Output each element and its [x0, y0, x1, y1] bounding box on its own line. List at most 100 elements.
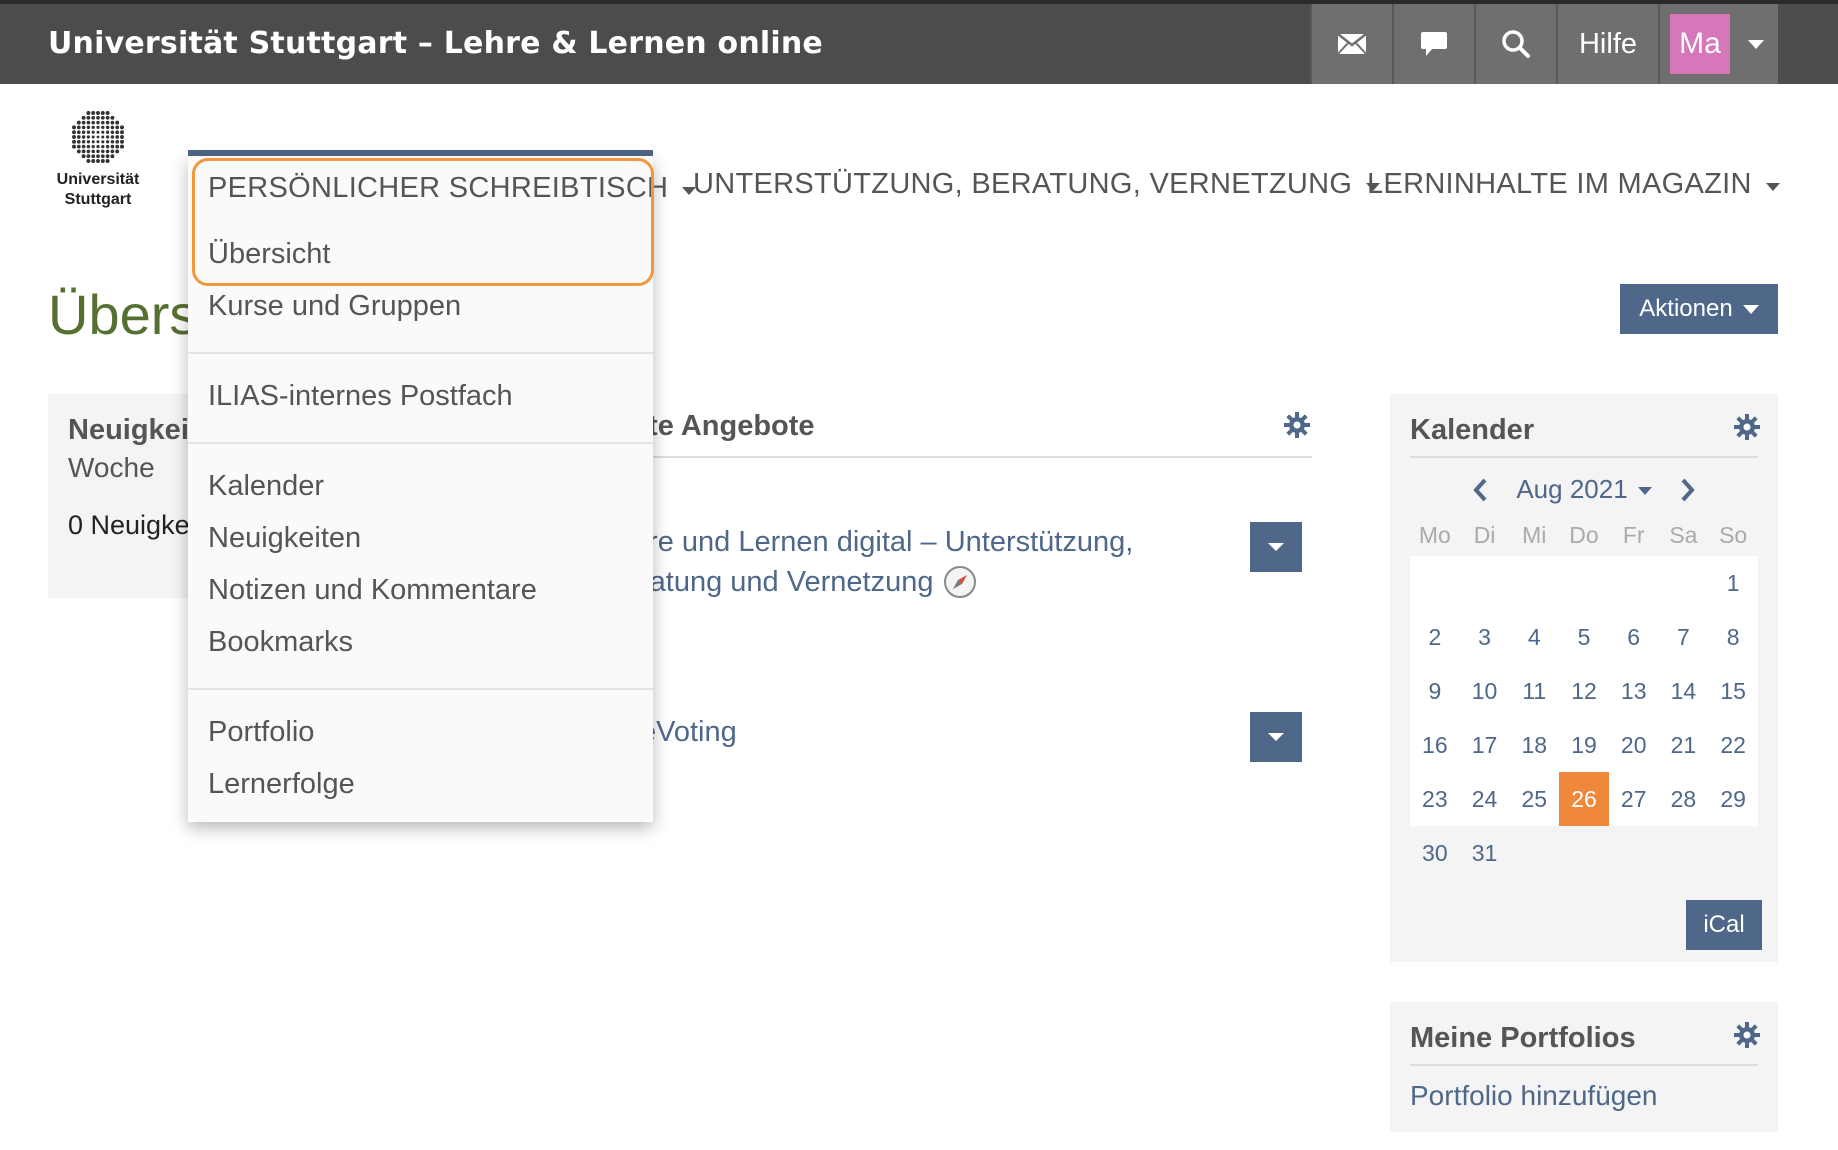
university-logo[interactable]: Universität Stuttgart	[50, 110, 146, 210]
nav-item-support[interactable]: UNTERSTÜTZUNG, BERATUNG, VERNETZUNG	[693, 168, 1381, 201]
calendar-day[interactable]: 24	[1459, 772, 1510, 826]
calendar-day[interactable]: 20	[1608, 718, 1659, 772]
menu-item-courses-groups[interactable]: Kurse und Gruppen	[208, 290, 461, 323]
month-selector[interactable]: Aug 2021	[1516, 474, 1652, 505]
month-label: Aug 2021	[1516, 474, 1628, 504]
calendar-day[interactable]: 21	[1658, 718, 1709, 772]
help-button[interactable]: Hilfe	[1556, 4, 1658, 84]
calendar-day[interactable]: 23	[1410, 772, 1460, 826]
calendar-day-empty	[1509, 556, 1560, 610]
logo-line-1: Universität	[56, 171, 140, 188]
calendar-day[interactable]: 22	[1708, 718, 1758, 772]
gear-icon[interactable]	[1734, 1022, 1760, 1048]
portfolios-divider	[1410, 1064, 1758, 1066]
chevron-down-icon	[1748, 39, 1764, 49]
calendar-day-empty	[1708, 826, 1758, 880]
calendar-day[interactable]: 28	[1658, 772, 1709, 826]
menu-item-news[interactable]: Neuigkeiten	[208, 522, 361, 555]
nav-item-label: UNTERSTÜTZUNG, BERATUNG, VERNETZUNG	[693, 168, 1353, 200]
weekday-label: Di	[1473, 522, 1496, 548]
calendar-day[interactable]: 27	[1608, 772, 1659, 826]
calendar-day[interactable]: 19	[1559, 718, 1609, 772]
calendar-day[interactable]: 25	[1509, 772, 1560, 826]
calendar-day-empty	[1559, 556, 1609, 610]
offers-title: lte Angebote	[640, 410, 815, 442]
add-portfolio-link[interactable]: Portfolio hinzufügen	[1410, 1080, 1658, 1112]
site-title[interactable]: Universität Stuttgart – Lehre & Lernen o…	[48, 26, 823, 61]
chevron-down-icon	[1765, 182, 1780, 191]
weekday-label: Do	[1569, 522, 1599, 548]
calendar-day[interactable]: 5	[1559, 610, 1609, 664]
calendar-month-nav: Aug 2021	[1410, 474, 1758, 505]
calendar-day[interactable]: 14	[1658, 664, 1709, 718]
gear-icon[interactable]	[1734, 414, 1760, 440]
user-menu-button[interactable]: Ma	[1658, 4, 1778, 84]
calendar-day[interactable]: 9	[1410, 664, 1460, 718]
top-header-bar: Universität Stuttgart – Lehre & Lernen o…	[0, 0, 1838, 84]
ical-button[interactable]: iCal	[1686, 900, 1762, 950]
calendar-day[interactable]: 29	[1708, 772, 1758, 826]
actions-button[interactable]: Aktionen	[1620, 284, 1778, 334]
mail-button[interactable]	[1310, 4, 1392, 84]
calendar-day-empty	[1410, 556, 1460, 610]
calendar-day-today[interactable]: 26	[1559, 772, 1609, 826]
page-title: Übers	[48, 283, 198, 346]
menu-separator	[188, 688, 653, 690]
calendar-day[interactable]: 18	[1509, 718, 1560, 772]
search-button[interactable]	[1474, 4, 1556, 84]
menu-item-notes-comments[interactable]: Notizen und Kommentare	[208, 574, 537, 607]
compass-icon	[944, 566, 977, 598]
menu-item-calendar[interactable]: Kalender	[208, 470, 324, 503]
news-subtitle: Woche	[68, 452, 155, 483]
actions-label: Aktionen	[1639, 295, 1733, 322]
nav-item-learning-content[interactable]: LERNINHALTE IM MAGAZIN	[1367, 168, 1780, 201]
offer-link-evoting[interactable]: eVoting	[640, 712, 737, 752]
calendar-day[interactable]: 11	[1509, 664, 1560, 718]
offer-actions-dropdown[interactable]	[1250, 522, 1302, 572]
menu-item-mailbox[interactable]: ILIAS-internes Postfach	[208, 380, 513, 413]
header-tools: Hilfe Ma	[1310, 4, 1778, 84]
calendar-day[interactable]: 3	[1459, 610, 1510, 664]
menu-item-learning-progress[interactable]: Lernerfolge	[208, 768, 355, 801]
calendar-grid: 1 2 3 4 5 6 7 8 9 10 11 12 13 14 15 16 17 18 19 20 21 22 23 24 2…	[1410, 556, 1758, 880]
calendar-day[interactable]: 12	[1559, 664, 1609, 718]
search-icon	[1502, 30, 1530, 58]
calendar-day[interactable]: 16	[1410, 718, 1460, 772]
menu-item-overview[interactable]: Übersicht	[208, 238, 331, 271]
calendar-day[interactable]: 30	[1410, 826, 1460, 880]
chevron-right-icon[interactable]	[1680, 478, 1696, 502]
avatar: Ma	[1670, 14, 1730, 74]
calendar-day[interactable]: 31	[1460, 826, 1510, 880]
nav-item-personal-desk[interactable]: PERSÖNLICHER SCHREIBTISCH	[208, 172, 697, 205]
calendar-day[interactable]: 7	[1658, 610, 1709, 664]
calendar-day[interactable]: 6	[1608, 610, 1659, 664]
chevron-down-icon	[682, 186, 697, 195]
chevron-left-icon[interactable]	[1472, 478, 1488, 502]
calendar-day[interactable]: 8	[1708, 610, 1758, 664]
calendar-day-empty	[1658, 556, 1709, 610]
gear-icon[interactable]	[1284, 412, 1310, 438]
logo-line-2: Stuttgart	[64, 191, 132, 208]
calendar-day[interactable]: 13	[1608, 664, 1659, 718]
chat-button[interactable]	[1392, 4, 1474, 84]
offer-link-digital[interactable]: ıre und Lernen digital – Unterstützung, …	[640, 522, 1133, 602]
news-panel: Neuigkeiten Woche 0 Neuigkeiten	[48, 394, 208, 598]
calendar-day[interactable]: 15	[1708, 664, 1758, 718]
weekday-label: Fr	[1622, 522, 1645, 548]
offer-line-1: ıre und Lernen digital – Unterstützung,	[640, 526, 1134, 558]
menu-separator	[188, 442, 653, 444]
chevron-down-icon	[1268, 733, 1284, 741]
offer-actions-dropdown[interactable]	[1250, 712, 1302, 762]
calendar-day-empty	[1659, 826, 1709, 880]
weekday-label: So	[1719, 522, 1748, 548]
menu-item-bookmarks[interactable]: Bookmarks	[208, 626, 353, 659]
calendar-day[interactable]: 10	[1459, 664, 1510, 718]
calendar-day[interactable]: 1	[1708, 556, 1758, 610]
calendar-day-empty	[1608, 556, 1659, 610]
calendar-day[interactable]: 4	[1509, 610, 1560, 664]
menu-item-portfolio[interactable]: Portfolio	[208, 716, 314, 749]
chat-icon	[1421, 32, 1447, 56]
calendar-day[interactable]: 2	[1410, 610, 1460, 664]
calendar-day[interactable]: 17	[1459, 718, 1510, 772]
calendar-day-empty	[1459, 556, 1510, 610]
